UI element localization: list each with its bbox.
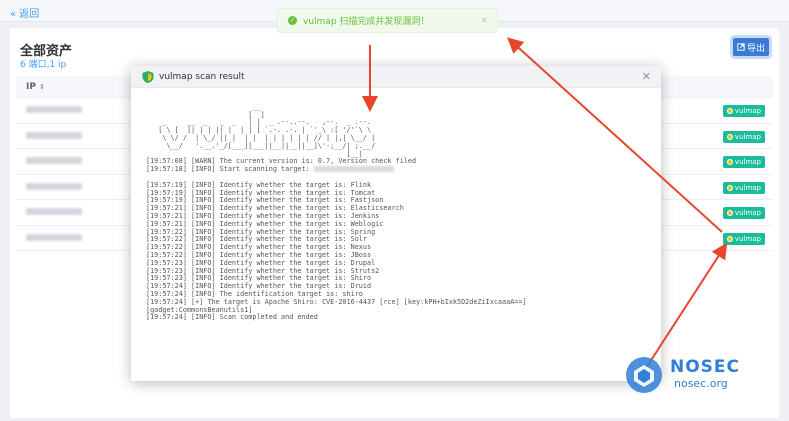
arrow-to-toast	[507, 37, 723, 233]
watermark-brand: NOSEC	[670, 357, 741, 377]
watermark-domain: nosec.org	[674, 377, 728, 390]
nosec-logo-icon	[626, 357, 662, 393]
nosec-watermark: NOSEC nosec.org	[624, 355, 769, 395]
